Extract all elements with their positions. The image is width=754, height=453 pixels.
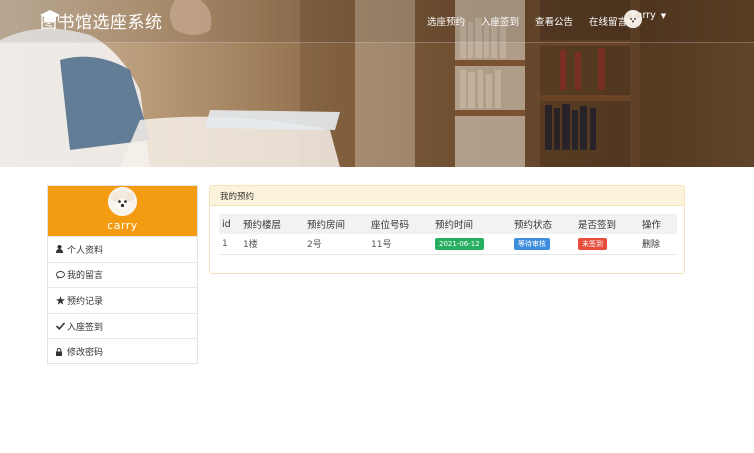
user-avatar <box>624 10 642 28</box>
cell-id: 1 <box>219 234 240 255</box>
nav-link-messages[interactable]: 在线留言 <box>589 14 627 28</box>
col-header-room: 预约房间 <box>304 214 368 234</box>
cell-room: 2号 <box>304 234 368 255</box>
cell-seat: 11号 <box>368 234 432 255</box>
cell-floor: 1楼 <box>240 234 304 255</box>
sidebar-item-label: 入座签到 <box>67 322 104 333</box>
sidebar: carry 个人资料 我的留言 预约记录 入座签到 修改密码 <box>47 185 198 364</box>
my-bookings-panel: 我的预约 id 预约楼层 预约房间 座位号码 预约时间 预约状态 是否签到 操作… <box>209 185 685 274</box>
graduation-cap-icon <box>40 10 60 23</box>
sidebar-item-booking-records[interactable]: 预约记录 <box>48 287 197 313</box>
main-nav: 选座预约 入座签到 查看公告 在线留言 <box>427 13 643 29</box>
hero-banner: 图书馆选座系统 选座预约 入座签到 查看公告 在线留言 Carry ▼ <box>0 0 754 167</box>
sidebar-item-label: 修改密码 <box>67 348 104 359</box>
sidebar-item-change-password[interactable]: 修改密码 <box>48 338 197 364</box>
chevron-down-icon: ▼ <box>660 11 667 20</box>
col-header-floor: 预约楼层 <box>240 214 304 234</box>
sidebar-item-messages[interactable]: 我的留言 <box>48 261 197 288</box>
col-header-action: 操作 <box>639 214 677 234</box>
user-icon <box>56 245 66 254</box>
nav-link-announcements[interactable]: 查看公告 <box>535 14 573 28</box>
brand[interactable]: 图书馆选座系统 <box>40 9 163 33</box>
col-header-signed: 是否签到 <box>575 214 639 234</box>
cell-signed: 未签到 <box>575 234 639 255</box>
lock-icon <box>56 347 66 356</box>
status-badge: 等待审核 <box>514 237 550 250</box>
table-header-row: id 预约楼层 预约房间 座位号码 预约时间 预约状态 是否签到 操作 <box>219 214 677 234</box>
signed-badge: 未签到 <box>578 237 607 250</box>
profile-name: carry <box>107 219 138 232</box>
user-menu[interactable]: Carry ▼ <box>624 10 667 28</box>
delete-button[interactable]: 删除 <box>642 240 660 250</box>
sidebar-item-label: 个人资料 <box>67 245 104 256</box>
cell-action: 删除 <box>639 234 677 255</box>
cell-status: 等待审核 <box>511 234 575 255</box>
bookings-table: id 预约楼层 预约房间 座位号码 预约时间 预约状态 是否签到 操作 1 1楼… <box>219 214 677 255</box>
col-header-seat: 座位号码 <box>368 214 432 234</box>
star-icon <box>56 295 66 305</box>
table-row: 1 1楼 2号 11号 2021-06-12 等待审核 未签到 删除 <box>219 234 677 255</box>
profile-avatar <box>108 187 137 216</box>
col-header-time: 预约时间 <box>432 214 511 234</box>
sidebar-item-profile[interactable]: 个人资料 <box>48 236 197 262</box>
profile-card: carry <box>48 186 197 236</box>
sidebar-item-check-in[interactable]: 入座签到 <box>48 312 197 339</box>
nav-link-seat-booking[interactable]: 选座预约 <box>427 14 465 28</box>
col-header-id: id <box>219 214 240 234</box>
check-icon <box>56 322 66 331</box>
sidebar-item-label: 我的留言 <box>67 271 104 282</box>
comment-icon <box>56 270 66 279</box>
col-header-status: 预约状态 <box>511 214 575 234</box>
time-badge: 2021-06-12 <box>435 237 484 250</box>
panel-title: 我的预约 <box>210 186 684 206</box>
cell-time: 2021-06-12 <box>432 234 511 255</box>
sidebar-item-label: 预约记录 <box>67 296 104 307</box>
nav-link-check-in[interactable]: 入座签到 <box>481 14 519 28</box>
